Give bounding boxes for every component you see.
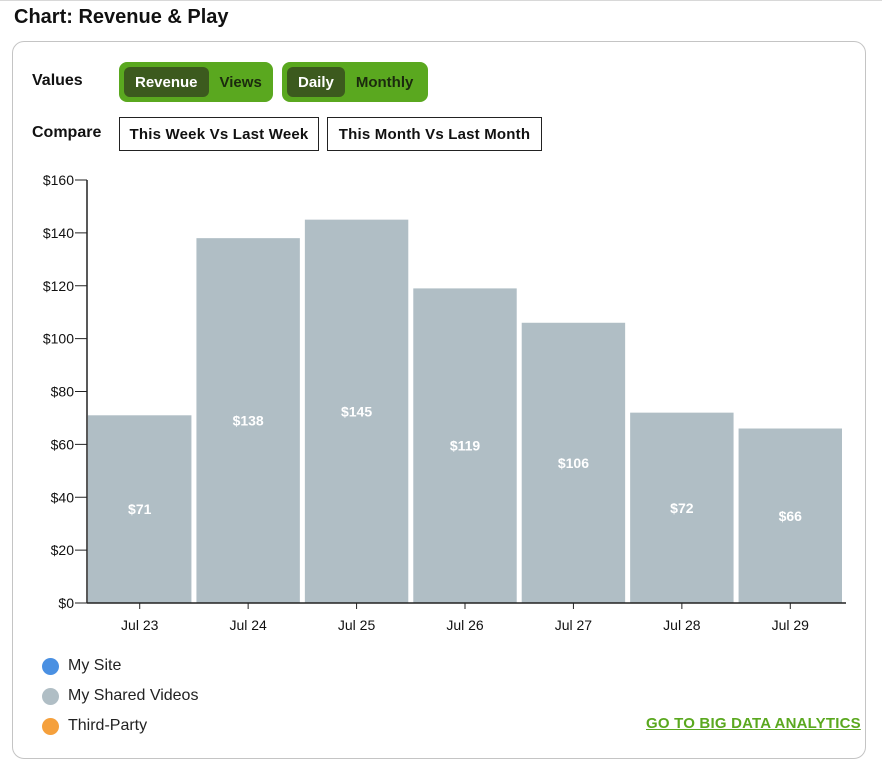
legend-dot-icon bbox=[42, 687, 59, 705]
x-tick-label: Jul 28 bbox=[663, 617, 701, 633]
bar-data-label: $71 bbox=[128, 501, 152, 517]
legend-item-third-party: Third-Party bbox=[42, 716, 147, 736]
y-tick-label: $120 bbox=[43, 278, 74, 294]
x-tick-label: Jul 24 bbox=[229, 617, 267, 633]
x-tick-label: Jul 25 bbox=[338, 617, 376, 633]
legend-dot-icon bbox=[42, 657, 59, 675]
y-tick-label: $20 bbox=[51, 542, 75, 558]
y-tick-label: $160 bbox=[43, 172, 74, 188]
bar-data-label: $145 bbox=[341, 403, 372, 419]
legend-label: Third-Party bbox=[68, 717, 148, 734]
bar-data-label: $138 bbox=[233, 413, 264, 429]
legend-label: My Shared Videos bbox=[68, 687, 199, 704]
y-tick-label: $0 bbox=[58, 595, 74, 611]
big-data-analytics-link[interactable]: GO TO BIG DATA ANALYTICS bbox=[646, 715, 861, 732]
x-tick-label: Jul 29 bbox=[772, 617, 810, 633]
bar-data-label: $72 bbox=[670, 500, 694, 516]
bar-data-label: $66 bbox=[779, 508, 803, 524]
x-tick-label: Jul 23 bbox=[121, 617, 159, 633]
x-tick-label: Jul 27 bbox=[555, 617, 593, 633]
bar-data-label: $119 bbox=[450, 438, 481, 454]
legend-item-my-site: My Site bbox=[42, 656, 121, 676]
legend-label: My Site bbox=[68, 657, 122, 674]
y-tick-label: $40 bbox=[51, 489, 75, 505]
y-tick-label: $100 bbox=[43, 331, 74, 347]
bar-data-label: $106 bbox=[558, 455, 589, 471]
y-tick-label: $80 bbox=[51, 384, 75, 400]
x-tick-label: Jul 26 bbox=[446, 617, 484, 633]
legend-item-my-shared-videos: My Shared Videos bbox=[42, 686, 198, 706]
y-tick-label: $60 bbox=[51, 436, 75, 452]
y-tick-label: $140 bbox=[43, 225, 74, 241]
legend-dot-icon bbox=[42, 717, 59, 735]
revenue-bar-chart: $71 $138 $145 $119 $106 $72 $66 Jul 23 Jul 24 Ju… bbox=[43, 172, 846, 633]
